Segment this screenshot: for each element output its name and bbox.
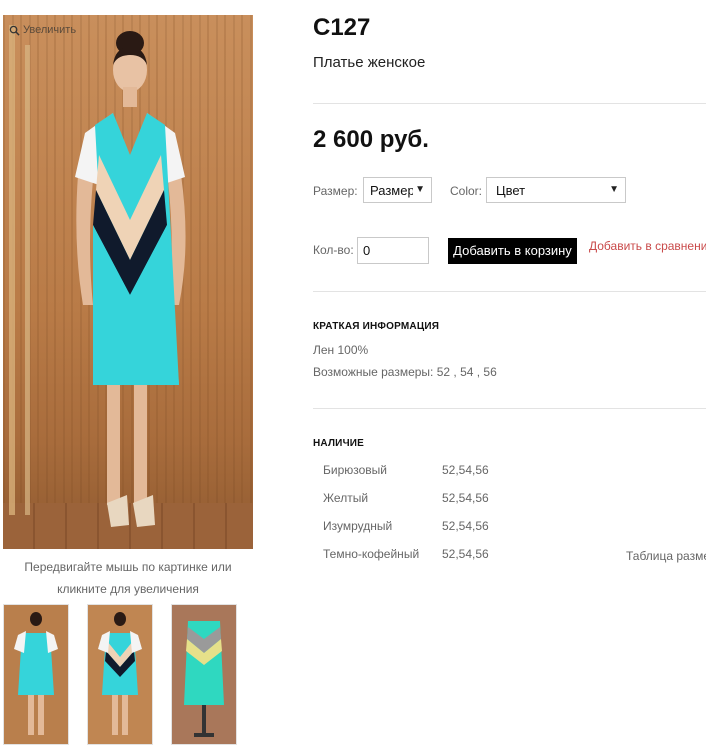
size-select[interactable]: Размер ▼ (363, 177, 432, 203)
thumbnail-mannequin[interactable] (171, 604, 237, 745)
divider (313, 408, 706, 409)
magnifier-icon (9, 25, 20, 36)
material-info: Лен 100% (313, 343, 369, 357)
photo-caption: Передвигайте мышь по картинке или кликни… (24, 560, 232, 596)
size-table-link[interactable]: Таблица размеров (626, 549, 706, 563)
availability-sizes: 52,54,56 (442, 491, 489, 505)
availability-color: Темно-кофейный (323, 547, 420, 561)
availability-sizes: 52,54,56 (442, 519, 489, 533)
size-select-value: Размер (370, 183, 415, 198)
product-price: 2 600 руб. (313, 126, 429, 153)
thumbnail-front-image (88, 605, 152, 744)
availability-sizes: 52,54,56 (442, 463, 489, 477)
brief-info-title: КРАТКАЯ ИНФОРМАЦИЯ (313, 321, 440, 332)
thumbnail-back[interactable] (3, 604, 69, 745)
availability-color: Изумрудный (323, 519, 393, 533)
size-label: Размер: (313, 184, 358, 198)
zoom-label: Увеличить (23, 24, 77, 36)
dress-model-illustration (9, 25, 186, 527)
add-to-cart-button[interactable]: Добавить в корзину (448, 238, 577, 264)
color-label: Color: (450, 184, 483, 198)
thumbnail-mannequin-image (172, 605, 236, 744)
color-select[interactable]: Цвет ▼ (486, 177, 626, 203)
sizes-info: Возможные размеры: 52 , 54 , 56 (313, 365, 497, 379)
divider (313, 103, 706, 104)
add-to-compare-link[interactable]: Добавить в сравнение (589, 239, 706, 253)
chevron-down-icon: ▼ (413, 184, 425, 195)
quantity-label: Кол-во: (313, 243, 354, 257)
zoom-hint[interactable]: Увеличить (9, 24, 76, 36)
availability-color: Желтый (323, 491, 369, 505)
product-sku: С127 (313, 14, 371, 41)
chevron-down-icon: ▼ (607, 184, 619, 195)
thumbnail-front[interactable] (87, 604, 153, 745)
quantity-input[interactable] (357, 237, 429, 264)
divider (313, 291, 706, 292)
main-product-photo[interactable]: Увеличить (3, 15, 253, 549)
product-subtitle: Платье женское (313, 54, 426, 71)
availability-sizes: 52,54,56 (442, 547, 489, 561)
availability-color: Бирюзовый (323, 463, 387, 477)
thumbnail-back-image (4, 605, 68, 744)
availability-title: НАЛИЧИЕ (313, 438, 365, 449)
thumbnail-strip (3, 604, 243, 745)
color-select-value: Цвет (496, 183, 526, 198)
